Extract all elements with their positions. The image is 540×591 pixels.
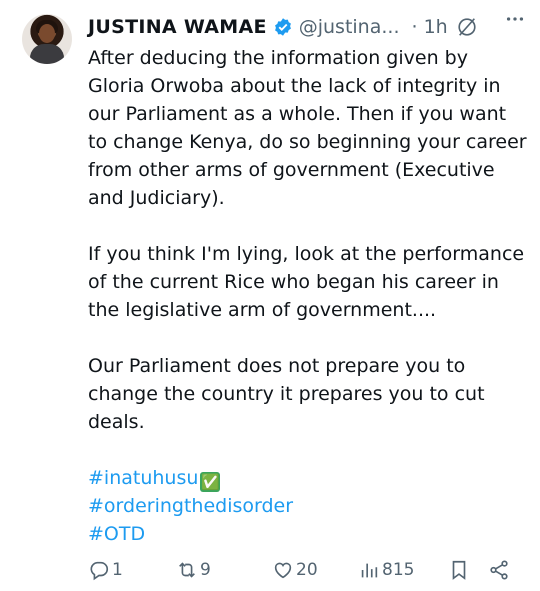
tweet-card[interactable]: JUSTINA WAMAE @justina... · 1h After ded… <box>0 0 540 591</box>
avatar-coat <box>30 44 64 64</box>
reply-icon <box>90 561 109 581</box>
avatar-face <box>39 24 55 43</box>
repost-count: 9 <box>200 560 211 580</box>
tweet-paragraph-3: Our Parliament does not prepare you to c… <box>88 355 485 433</box>
reply-button[interactable]: 1 <box>88 556 123 584</box>
hashtag-inatuhusu[interactable]: #inatuhusu ✅ <box>88 464 528 492</box>
like-count: 20 <box>296 560 318 580</box>
views-icon <box>361 563 378 578</box>
repost-button[interactable]: 9 <box>176 556 211 584</box>
tweet-paragraph-1: After deducing the information given by … <box>88 47 527 209</box>
bookmark-icon <box>452 560 466 580</box>
share-icon <box>490 560 508 580</box>
author-handle[interactable]: @justina... <box>299 16 400 38</box>
repost-icon <box>179 562 195 578</box>
like-button[interactable]: 20 <box>272 556 318 584</box>
bookmark-button[interactable] <box>448 556 470 584</box>
heart-icon <box>274 562 292 579</box>
share-button[interactable] <box>488 556 510 584</box>
more-options-icon[interactable] <box>504 8 526 35</box>
hashtag-otd[interactable]: #OTD <box>88 520 528 548</box>
avatar[interactable] <box>22 14 72 64</box>
reply-count: 1 <box>112 560 123 580</box>
tweet-time[interactable]: · 1h <box>412 16 448 38</box>
tweet-paragraph-2: If you think I'm lying, look at the perf… <box>88 243 525 321</box>
views-count: 815 <box>382 560 415 580</box>
author-name[interactable]: JUSTINA WAMAE <box>88 16 267 38</box>
check-mark-icon: ✅ <box>200 472 221 492</box>
action-bar: 1 9 20 815 <box>88 556 528 584</box>
tweet-header: JUSTINA WAMAE @justina... · 1h <box>88 12 532 42</box>
hashtag-orderingthedisorder[interactable]: #orderingthedisorder <box>88 492 528 520</box>
views-button[interactable]: 815 <box>358 556 414 584</box>
grok-icon[interactable] <box>456 16 478 38</box>
verified-badge-icon <box>273 17 293 37</box>
tweet-body: After deducing the information given by … <box>88 44 528 548</box>
